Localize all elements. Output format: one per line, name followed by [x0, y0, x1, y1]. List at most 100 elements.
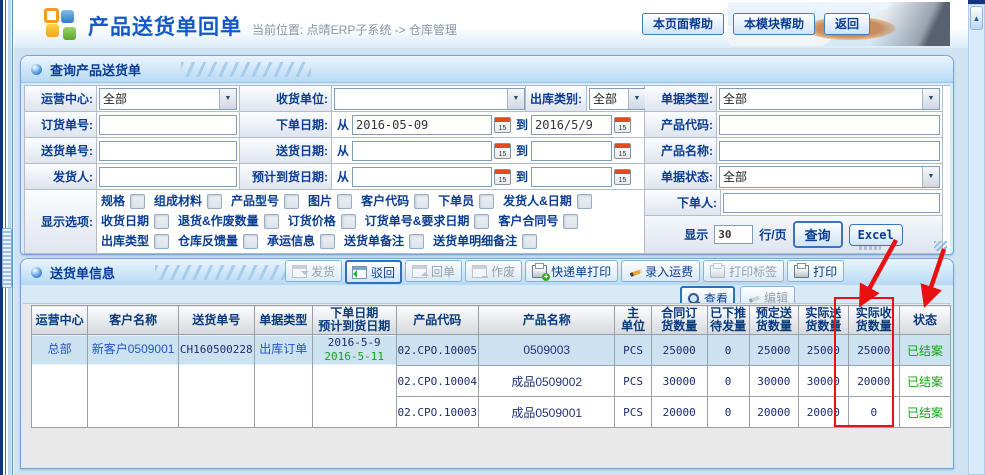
calendar-icon[interactable] — [614, 169, 631, 185]
freight-entry-button[interactable]: 录入运费 — [621, 260, 700, 282]
checkbox[interactable] — [243, 234, 258, 249]
void-button[interactable]: 作废 — [465, 260, 522, 282]
rows-per-page-input[interactable]: 30 — [714, 225, 753, 244]
order-person-input[interactable] — [723, 193, 940, 213]
page-help-button[interactable]: 本页面帮助 — [642, 13, 724, 35]
chevron-down-icon[interactable] — [922, 89, 939, 109]
checkbox[interactable] — [154, 234, 169, 249]
column-header[interactable]: 主单位 — [615, 306, 651, 335]
calendar-icon[interactable] — [494, 169, 511, 185]
panel-resize-grip[interactable] — [934, 241, 947, 251]
outbound-category-select[interactable]: 全部 — [589, 88, 646, 110]
checkbox[interactable] — [409, 234, 424, 249]
ship-button[interactable]: 发货 — [285, 260, 342, 282]
calendar-icon[interactable] — [614, 143, 631, 159]
query-panel: 查询产品送货单 运营中心: 全部 收货单位: — [20, 55, 954, 255]
checkbox[interactable] — [341, 214, 356, 229]
checkbox[interactable] — [207, 194, 222, 209]
column-header[interactable]: 预定送货数量 — [749, 306, 799, 335]
checkbox[interactable] — [479, 194, 494, 209]
column-header[interactable]: 运营中心 — [32, 306, 88, 335]
product-code-input[interactable] — [719, 115, 940, 135]
checkbox[interactable] — [337, 194, 352, 209]
product-name-input[interactable] — [719, 141, 940, 161]
checkbox[interactable] — [264, 214, 279, 229]
calendar-icon[interactable] — [494, 117, 511, 133]
expected-date-to-input[interactable] — [531, 167, 612, 187]
column-header[interactable]: 产品代码 — [396, 306, 478, 335]
label-shipper: 发货人: — [25, 164, 97, 190]
checkbox[interactable] — [577, 194, 592, 209]
order-date-from-input[interactable]: 2016-05-09 — [352, 115, 492, 135]
chevron-down-icon[interactable] — [628, 89, 645, 109]
checkbox[interactable] — [414, 194, 429, 209]
delivery-date-to-input[interactable] — [531, 141, 612, 161]
splitter-grip-handle[interactable] — [2, 228, 12, 288]
chevron-down-icon[interactable] — [922, 167, 939, 187]
column-header[interactable]: 状态 — [899, 306, 950, 335]
column-header[interactable]: 产品名称 — [479, 306, 615, 335]
field-receiving-unit: 出库类别: 全部 — [332, 86, 645, 112]
cell: 25000 — [749, 335, 799, 366]
column-header[interactable]: 实际送货数量 — [799, 306, 849, 335]
doc-status-select[interactable]: 全部 — [719, 166, 940, 188]
cell: PCS — [615, 366, 651, 397]
display-option-label: 产品型号 — [231, 191, 279, 211]
excel-export-button[interactable]: Excel — [849, 224, 903, 246]
display-option-item: 承运信息 — [267, 231, 335, 251]
reject-button[interactable]: 驳回 — [345, 260, 402, 284]
display-option-label: 订货价格 — [288, 211, 336, 231]
column-header[interactable]: 送货单号 — [178, 306, 254, 335]
operation-center-value: 全部 — [103, 90, 127, 107]
order-date-to-input[interactable]: 2016/5/9 — [531, 115, 612, 135]
column-header[interactable]: 合同订货数量 — [651, 306, 707, 335]
receipt-button[interactable]: 回单 — [405, 260, 462, 282]
delivery-no-input[interactable] — [99, 141, 237, 161]
shipper-input[interactable] — [99, 167, 237, 187]
vertical-scrollbar[interactable] — [968, 4, 985, 475]
field-order-no — [97, 112, 240, 138]
print-button[interactable]: 打印 — [787, 260, 844, 282]
operation-center-select[interactable]: 全部 — [99, 88, 237, 110]
query-button[interactable]: 查询 — [793, 221, 843, 248]
cell: 20000 — [848, 366, 899, 397]
express-print-button[interactable]: 快递单打印 — [525, 260, 618, 282]
column-header[interactable]: 下单日期预计到货日期 — [312, 306, 396, 335]
display-option-label: 出库类型 — [101, 231, 149, 251]
checkbox[interactable] — [130, 194, 145, 209]
to-label: 到 — [516, 142, 528, 159]
back-button[interactable]: 返回 — [824, 13, 870, 35]
chevron-down-icon[interactable] — [507, 89, 524, 109]
order-no-input[interactable] — [99, 115, 237, 135]
table-row[interactable]: 总部新客户0509001CH160500228出库订单2016-5-92016-… — [32, 335, 951, 366]
print-label-button[interactable]: 打印标签 — [703, 260, 784, 282]
expected-date-from-input[interactable] — [352, 167, 492, 187]
column-header[interactable]: 实际收货数量 — [848, 306, 899, 335]
checkbox[interactable] — [522, 234, 537, 249]
toolbar-button-label: 作废 — [491, 263, 515, 280]
field-delivery-date: 从 到 — [332, 138, 645, 164]
column-header[interactable]: 已下推待发量 — [707, 306, 749, 335]
delivery-date-from-input[interactable] — [352, 141, 492, 161]
label-order-date: 下单日期: — [240, 112, 332, 138]
checkbox[interactable] — [563, 214, 578, 229]
cell: 02.CPO.10003 — [396, 397, 478, 428]
doc-type-select[interactable]: 全部 — [719, 88, 940, 110]
scroll-up-icon[interactable] — [970, 6, 983, 30]
chevron-down-icon[interactable] — [219, 89, 236, 109]
column-header[interactable]: 客户名称 — [88, 306, 178, 335]
calendar-icon[interactable] — [614, 117, 631, 133]
checkbox[interactable] — [320, 234, 335, 249]
window-receipt-icon — [412, 265, 427, 278]
receiving-unit-combo[interactable] — [334, 88, 525, 110]
label-product-name: 产品名称: — [645, 138, 717, 164]
calendar-icon[interactable] — [494, 143, 511, 159]
column-header[interactable]: 单据类型 — [254, 306, 312, 335]
checkbox[interactable] — [154, 214, 169, 229]
checkbox[interactable] — [474, 214, 489, 229]
checkbox[interactable] — [284, 194, 299, 209]
panel-splitter[interactable] — [0, 0, 14, 475]
display-option-item: 仓库反馈量 — [178, 231, 258, 251]
module-help-button[interactable]: 本模块帮助 — [733, 13, 815, 35]
page-title: 产品送货单回单 — [88, 11, 242, 41]
